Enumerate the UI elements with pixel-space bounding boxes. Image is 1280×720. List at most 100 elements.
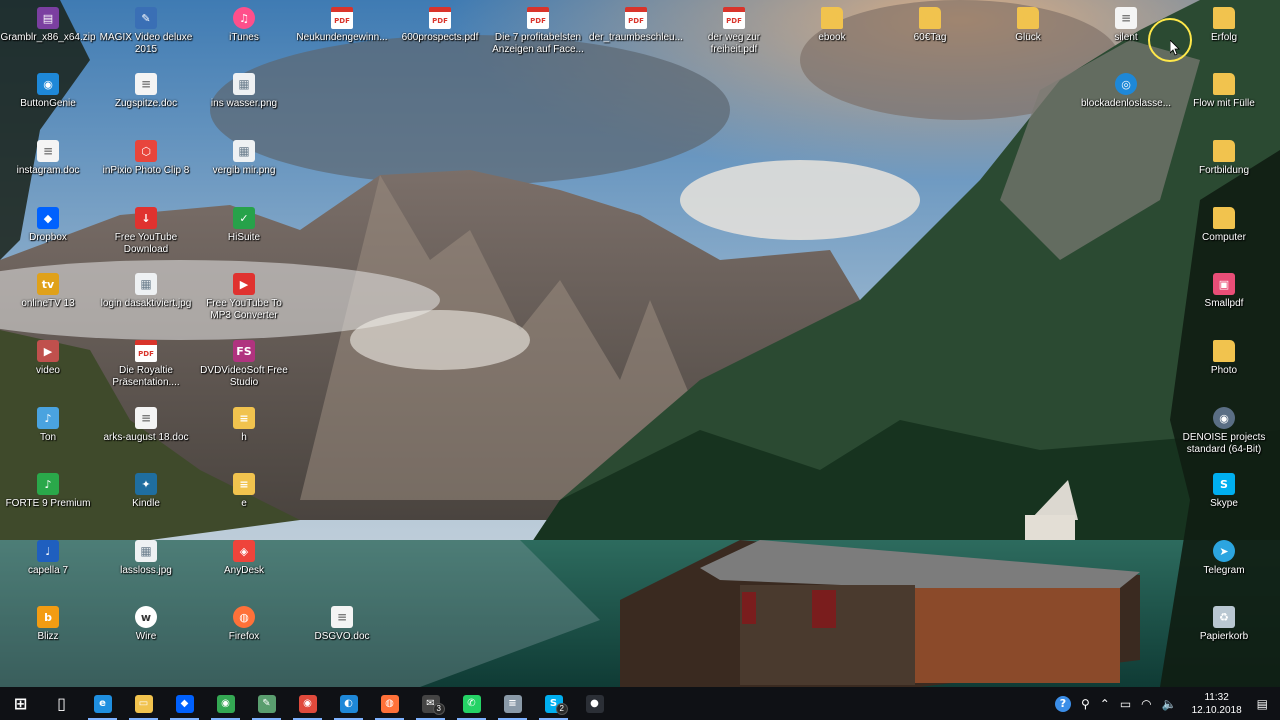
desktop-icon[interactable]: ≡ instagram.doc bbox=[0, 135, 96, 195]
taskbar-dropbox[interactable]: ◆ bbox=[164, 687, 205, 720]
people-icon[interactable]: ⚲ bbox=[1076, 697, 1095, 711]
volume-icon[interactable]: 🔈 bbox=[1157, 697, 1182, 711]
desktop-icon[interactable]: ◈ AnyDesk bbox=[196, 535, 292, 595]
taskbar-app-green[interactable]: ✎ bbox=[246, 687, 287, 720]
desktop-icon[interactable]: ✎ MAGIX Video deluxe 2015 bbox=[98, 2, 194, 62]
desktop-icon[interactable]: PDF der weg zur freiheit.pdf bbox=[686, 2, 782, 62]
onlinetv-icon: tv bbox=[37, 273, 59, 295]
desktop-icon[interactable]: PDF 600prospects.pdf bbox=[392, 2, 488, 62]
desktop-icon-label: vergib mir.png bbox=[212, 165, 276, 176]
notification-badge: 3 bbox=[432, 703, 445, 715]
pdf-file-icon: PDF bbox=[135, 340, 157, 362]
desktop-icon[interactable]: ▦ ins wasser.png bbox=[196, 68, 292, 128]
desktop-icon[interactable]: ▤ Gramblr_x86_x64.zip bbox=[0, 2, 96, 62]
image-file-icon: ▦ bbox=[135, 273, 157, 295]
desktop-icon[interactable]: ≡ h bbox=[196, 402, 292, 462]
desktop-icon[interactable]: ▭ Photo bbox=[1176, 335, 1272, 395]
desktop-icon-label: Free YouTube To MP3 Converter bbox=[206, 298, 282, 321]
desktop-icon[interactable]: ▭ 60€Tag bbox=[882, 2, 978, 62]
taskbar-notepad[interactable]: ≡ bbox=[492, 687, 533, 720]
desktop-icon[interactable]: ✦ Kindle bbox=[98, 468, 194, 528]
desktop-icon[interactable]: ▶ Free YouTube To MP3 Converter bbox=[196, 268, 292, 328]
desktop-icon[interactable]: ✓ HiSuite bbox=[196, 202, 292, 262]
taskbar-mail[interactable]: ✉ 3 bbox=[410, 687, 451, 720]
task-view-button[interactable]: ▯ bbox=[41, 687, 82, 720]
taskbar-app-blue[interactable]: ◐ bbox=[328, 687, 369, 720]
folder-icon: ▭ bbox=[1213, 207, 1235, 229]
help-icon[interactable]: ? bbox=[1050, 695, 1076, 712]
desktop-icon[interactable]: ◆ Dropbox bbox=[0, 202, 96, 262]
image-file-icon: ▦ bbox=[233, 140, 255, 162]
taskbar-chrome[interactable]: ◉ bbox=[205, 687, 246, 720]
desktop-icon[interactable]: ◉ DENOISE projects standard (64-Bit) bbox=[1176, 402, 1272, 462]
desktop-icon[interactable]: ♻ Papierkorb bbox=[1176, 601, 1272, 661]
desktop-icon-label: DENOISE projects standard (64-Bit) bbox=[1182, 432, 1266, 455]
desktop-icon[interactable]: ◉ ButtonGenie bbox=[0, 68, 96, 128]
taskbar-whatsapp[interactable]: ✆ bbox=[451, 687, 492, 720]
taskbar-skype[interactable]: S2 bbox=[533, 687, 574, 720]
winrar-archive-icon: ▤ bbox=[37, 7, 59, 29]
firefox-icon: ◍ bbox=[233, 606, 255, 628]
pdf-file-icon: PDF bbox=[625, 7, 647, 29]
taskbar-edge[interactable]: e bbox=[82, 687, 123, 720]
desktop-icon[interactable]: ▦ login dasaktiviert.jpg bbox=[98, 268, 194, 328]
blizz-icon: b bbox=[37, 606, 59, 628]
action-center-icon[interactable]: ▤ bbox=[1252, 697, 1280, 711]
desktop-icon[interactable]: ▭ Glück bbox=[980, 2, 1076, 62]
taskbar-recorder[interactable]: ● bbox=[574, 687, 615, 720]
desktop-icon[interactable]: ▭ Computer bbox=[1176, 202, 1272, 262]
desktop-icon[interactable]: ➤ Telegram bbox=[1176, 535, 1272, 595]
taskbar-chrome-alt[interactable]: ◉ bbox=[287, 687, 328, 720]
desktop-icon-label: login dasaktiviert.jpg bbox=[100, 298, 192, 309]
desktop-icon[interactable]: ♪ FORTE 9 Premium bbox=[0, 468, 96, 528]
clock[interactable]: 11:32 12.10.2018 bbox=[1182, 691, 1252, 717]
desktop-icon[interactable]: b Blizz bbox=[0, 601, 96, 661]
task-view-icon: ▯ bbox=[57, 694, 66, 713]
desktop-icon[interactable]: PDF Die 7 profitabelsten Anzeigen auf Fac… bbox=[490, 2, 586, 62]
desktop-icon[interactable]: ♪ Ton bbox=[0, 402, 96, 462]
desktop-icon[interactable]: ⬡ inPixio Photo Clip 8 bbox=[98, 135, 194, 195]
desktop-icon-label: Gramblr_x86_x64.zip bbox=[0, 32, 96, 43]
taskbar-file-explorer[interactable]: ▭ bbox=[123, 687, 164, 720]
desktop-icon[interactable]: ◍ Firefox bbox=[196, 601, 292, 661]
desktop-icon[interactable]: ▭ Flow mit Fülle bbox=[1176, 68, 1272, 128]
desktop-icon[interactable]: w Wire bbox=[98, 601, 194, 661]
taskbar-firefox[interactable]: ◍ bbox=[369, 687, 410, 720]
wire-icon: w bbox=[135, 606, 157, 628]
desktop-icon[interactable]: ≡ arks-august 18.doc bbox=[98, 402, 194, 462]
show-hidden-icons-chevron-icon[interactable]: ⌃ bbox=[1095, 697, 1115, 711]
desktop-icon[interactable]: PDF der_traumbeschleu... bbox=[588, 2, 684, 62]
desktop-icon-label: Ton bbox=[39, 432, 57, 443]
desktop-icon[interactable]: PDF Die Royaltie Präsentation.... bbox=[98, 335, 194, 395]
desktop-icon[interactable]: ≡ Zugspitze.doc bbox=[98, 68, 194, 128]
clock-date: 12.10.2018 bbox=[1191, 704, 1242, 716]
youtube-mp3-icon: ▶ bbox=[233, 273, 255, 295]
desktop-icon[interactable]: ▶ video bbox=[0, 335, 96, 395]
desktop-icon[interactable]: ▭ ebook bbox=[784, 2, 880, 62]
desktop-icon-label: Dropbox bbox=[29, 232, 67, 243]
desktop-icon[interactable]: ♩ capella 7 bbox=[0, 535, 96, 595]
network-icon[interactable]: ◠ bbox=[1136, 697, 1156, 711]
desktop-icon-label: Die Royaltie Präsentation.... bbox=[112, 365, 180, 388]
desktop-icon[interactable]: S Skype bbox=[1176, 468, 1272, 528]
desktop-icon-label: MAGIX Video deluxe 2015 bbox=[99, 32, 193, 55]
notification-badge: 2 bbox=[555, 703, 568, 715]
document-icon: ≡ bbox=[135, 407, 157, 429]
desktop-icon-label: ebook bbox=[818, 32, 846, 43]
desktop-icon[interactable]: ≡ DSGVO.doc bbox=[294, 601, 390, 661]
start-button[interactable]: ⊞ bbox=[0, 687, 41, 720]
desktop-icon[interactable]: FS DVDVideoSoft Free Studio bbox=[196, 335, 292, 395]
desktop-icon[interactable]: ♫ iTunes bbox=[196, 2, 292, 62]
desktop-icon[interactable]: ◎ blockadenloslasse... bbox=[1078, 68, 1174, 128]
desktop-icon-label: 600prospects.pdf bbox=[401, 32, 479, 43]
desktop-icon[interactable]: ↓ Free YouTube Download bbox=[98, 202, 194, 262]
desktop-icon[interactable]: tv onlineTV 13 bbox=[0, 268, 96, 328]
desktop-icon[interactable]: ▦ vergib mir.png bbox=[196, 135, 292, 195]
desktop-icon-label: 60€Tag bbox=[913, 32, 947, 43]
desktop-icon[interactable]: ▦ lassloss.jpg bbox=[98, 535, 194, 595]
desktop-icon[interactable]: ▣ Smallpdf bbox=[1176, 268, 1272, 328]
desktop-icon[interactable]: ≡ e bbox=[196, 468, 292, 528]
desktop-icon[interactable]: ▭ Fortbildung bbox=[1176, 135, 1272, 195]
desktop-icon[interactable]: PDF Neukundengewinn... bbox=[294, 2, 390, 62]
battery-icon[interactable]: ▭ bbox=[1115, 697, 1136, 711]
